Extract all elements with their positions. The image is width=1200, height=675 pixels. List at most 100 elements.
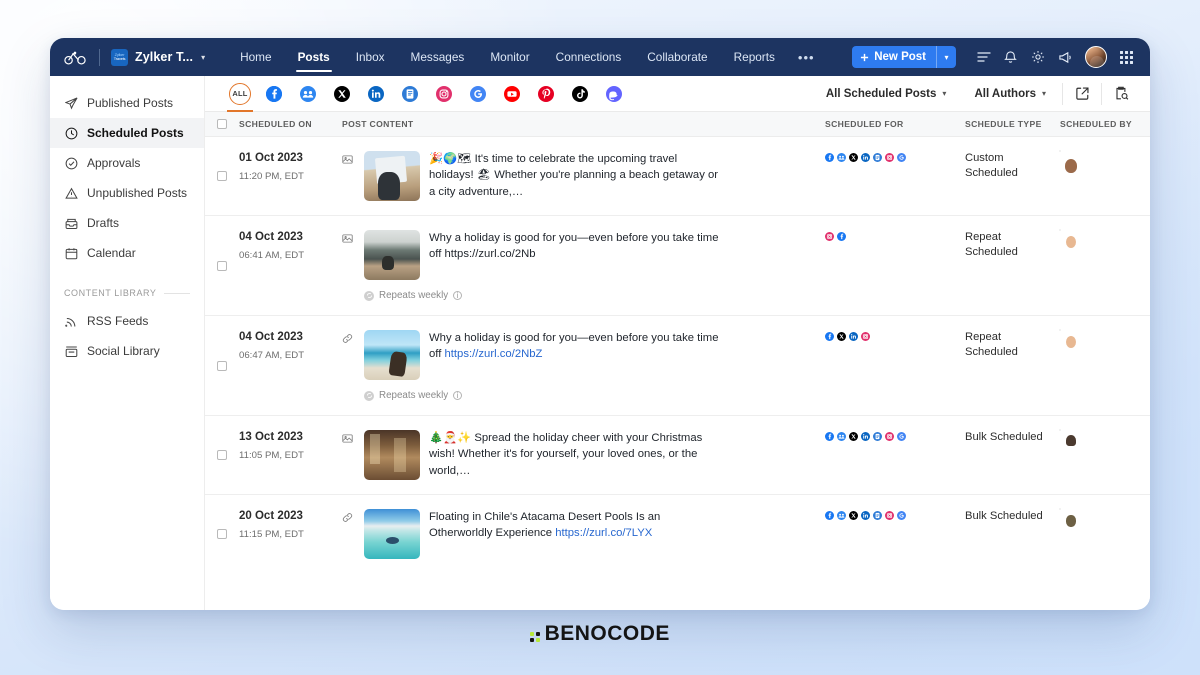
channel-filter-google-business[interactable] bbox=[461, 76, 495, 112]
sidebar-item-social-library[interactable]: Social Library bbox=[50, 336, 204, 366]
export-icon[interactable] bbox=[1065, 76, 1099, 112]
nav-item-reports[interactable]: Reports bbox=[721, 38, 788, 76]
new-post-dropdown-toggle[interactable]: ▾ bbox=[936, 46, 956, 68]
scheduled-date: 01 Oct 2023 bbox=[239, 152, 303, 164]
row-checkbox[interactable] bbox=[205, 230, 239, 301]
blogger-icon[interactable] bbox=[873, 153, 882, 162]
instagram-icon[interactable] bbox=[885, 432, 894, 441]
nav-item-inbox[interactable]: Inbox bbox=[343, 38, 398, 76]
channel-filter-facebook[interactable] bbox=[257, 76, 291, 112]
audit-search-icon[interactable] bbox=[1104, 76, 1138, 112]
megaphone-icon[interactable] bbox=[1051, 44, 1078, 71]
channel-filter-all[interactable]: ALL bbox=[223, 76, 257, 112]
facebook-group-icon[interactable] bbox=[837, 432, 846, 441]
post-thumbnail[interactable] bbox=[364, 430, 420, 480]
sidebar-item-rss-feeds[interactable]: RSS Feeds bbox=[50, 306, 204, 336]
row-checkbox[interactable] bbox=[205, 151, 239, 201]
google-business-icon[interactable] bbox=[897, 153, 906, 162]
row-checkbox[interactable] bbox=[205, 330, 239, 401]
instagram-icon[interactable] bbox=[825, 232, 834, 241]
facebook-icon[interactable] bbox=[837, 232, 846, 241]
org-logo-tile: Zylker Travels bbox=[111, 48, 128, 66]
x-twitter-icon[interactable] bbox=[849, 432, 858, 441]
facebook-icon[interactable] bbox=[825, 332, 834, 341]
row-checkbox[interactable] bbox=[205, 509, 239, 559]
channel-filter-mastodon[interactable] bbox=[597, 76, 631, 112]
google-business-icon[interactable] bbox=[897, 432, 906, 441]
table-row[interactable]: 13 Oct 2023 11:05 PM, EDT 🎄🎅✨ Spread the… bbox=[205, 416, 1150, 495]
linkedin-icon[interactable] bbox=[861, 153, 870, 162]
bell-icon[interactable] bbox=[997, 44, 1024, 71]
table-row[interactable]: 20 Oct 2023 11:15 PM, EDT Floating in Ch… bbox=[205, 495, 1150, 573]
post-thumbnail[interactable] bbox=[364, 509, 420, 559]
post-link[interactable]: https://zurl.co/7LYX bbox=[555, 527, 652, 539]
nav-item-connections[interactable]: Connections bbox=[543, 38, 635, 76]
user-avatar[interactable] bbox=[1085, 46, 1107, 68]
channel-filter-tiktok[interactable] bbox=[563, 76, 597, 112]
gear-icon[interactable] bbox=[1024, 44, 1051, 71]
row-checkbox[interactable] bbox=[205, 430, 239, 480]
sidebar-label: RSS Feeds bbox=[87, 314, 149, 328]
nav-item-posts[interactable]: Posts bbox=[285, 38, 343, 76]
sidebar-item-approvals[interactable]: Approvals bbox=[50, 148, 204, 178]
x-twitter-icon[interactable] bbox=[837, 332, 846, 341]
post-thumbnail[interactable] bbox=[364, 330, 420, 380]
sidebar-item-calendar[interactable]: Calendar bbox=[50, 238, 204, 268]
post-thumbnail[interactable] bbox=[364, 230, 420, 280]
sidebar-item-drafts[interactable]: Drafts bbox=[50, 208, 204, 238]
channel-filter-facebook-group[interactable] bbox=[291, 76, 325, 112]
select-all-checkbox[interactable] bbox=[205, 119, 239, 129]
instagram-icon[interactable] bbox=[861, 332, 870, 341]
info-icon[interactable]: i bbox=[453, 391, 463, 400]
new-post-button[interactable]: New Post ▾ bbox=[852, 46, 956, 68]
nav-item-messages[interactable]: Messages bbox=[398, 38, 478, 76]
apps-grid-icon[interactable] bbox=[1113, 44, 1140, 71]
sidebar-item-published-posts[interactable]: Published Posts bbox=[50, 88, 204, 118]
facebook-icon[interactable] bbox=[825, 511, 834, 520]
nav-item-home[interactable]: Home bbox=[227, 38, 284, 76]
scheduled-time: 11:15 PM, EDT bbox=[239, 528, 304, 540]
facebook-group-icon[interactable] bbox=[837, 153, 846, 162]
facebook-group-icon[interactable] bbox=[837, 511, 846, 520]
channel-filter-pinterest[interactable] bbox=[529, 76, 563, 112]
linkedin-icon[interactable] bbox=[861, 432, 870, 441]
cell-scheduled-on: 04 Oct 2023 06:41 AM, EDT bbox=[239, 230, 342, 301]
facebook-icon[interactable] bbox=[825, 432, 834, 441]
filter-authors[interactable]: All Authors ▾ bbox=[960, 76, 1060, 112]
sidebar-item-scheduled-posts[interactable]: Scheduled Posts bbox=[50, 118, 204, 148]
post-link[interactable]: https://zurl.co/2NbZ bbox=[445, 348, 543, 360]
channel-filter-youtube[interactable] bbox=[495, 76, 529, 112]
table-row[interactable]: 01 Oct 2023 11:20 PM, EDT 🎉🌍🗺 It's time … bbox=[205, 137, 1150, 216]
instagram-icon[interactable] bbox=[885, 153, 894, 162]
table-row[interactable]: 04 Oct 2023 06:41 AM, EDT Why a holiday … bbox=[205, 216, 1150, 316]
linkedin-icon[interactable] bbox=[849, 332, 858, 341]
nav-item-monitor[interactable]: Monitor bbox=[477, 38, 542, 76]
list-lines-icon[interactable] bbox=[970, 44, 997, 71]
sidebar-item-unpublished-posts[interactable]: Unpublished Posts bbox=[50, 178, 204, 208]
google-business-icon[interactable] bbox=[897, 511, 906, 520]
channel-filter-instagram[interactable] bbox=[427, 76, 461, 112]
nav-item-collaborate[interactable]: Collaborate bbox=[634, 38, 720, 76]
channel-filter-linkedin[interactable] bbox=[359, 76, 393, 112]
blogger-icon[interactable] bbox=[873, 511, 882, 520]
bicycle-logo-icon[interactable] bbox=[62, 46, 88, 68]
check-circle-icon bbox=[64, 157, 78, 170]
instagram-icon[interactable] bbox=[885, 511, 894, 520]
blogger-icon[interactable] bbox=[873, 432, 882, 441]
cell-scheduled-by bbox=[1060, 151, 1150, 201]
table-row[interactable]: 04 Oct 2023 06:47 AM, EDT Why a holiday … bbox=[205, 316, 1150, 416]
linkedin-icon[interactable] bbox=[861, 511, 870, 520]
channel-filter-x-twitter[interactable] bbox=[325, 76, 359, 112]
channel-filter-blogger[interactable] bbox=[393, 76, 427, 112]
post-thumbnail[interactable] bbox=[364, 151, 420, 201]
new-post-main[interactable]: New Post bbox=[852, 46, 936, 68]
facebook-icon[interactable] bbox=[825, 153, 834, 162]
x-twitter-icon[interactable] bbox=[849, 511, 858, 520]
cell-scheduled-for bbox=[825, 230, 965, 301]
org-switcher[interactable]: Zylker Travels Zylker T... ▾ bbox=[111, 48, 205, 66]
table-body[interactable]: 01 Oct 2023 11:20 PM, EDT 🎉🌍🗺 It's time … bbox=[205, 137, 1150, 610]
nav-overflow-icon[interactable]: ••• bbox=[788, 50, 825, 65]
x-twitter-icon[interactable] bbox=[849, 153, 858, 162]
filter-scheduled-posts[interactable]: All Scheduled Posts ▾ bbox=[812, 76, 961, 112]
info-icon[interactable]: i bbox=[453, 291, 463, 300]
